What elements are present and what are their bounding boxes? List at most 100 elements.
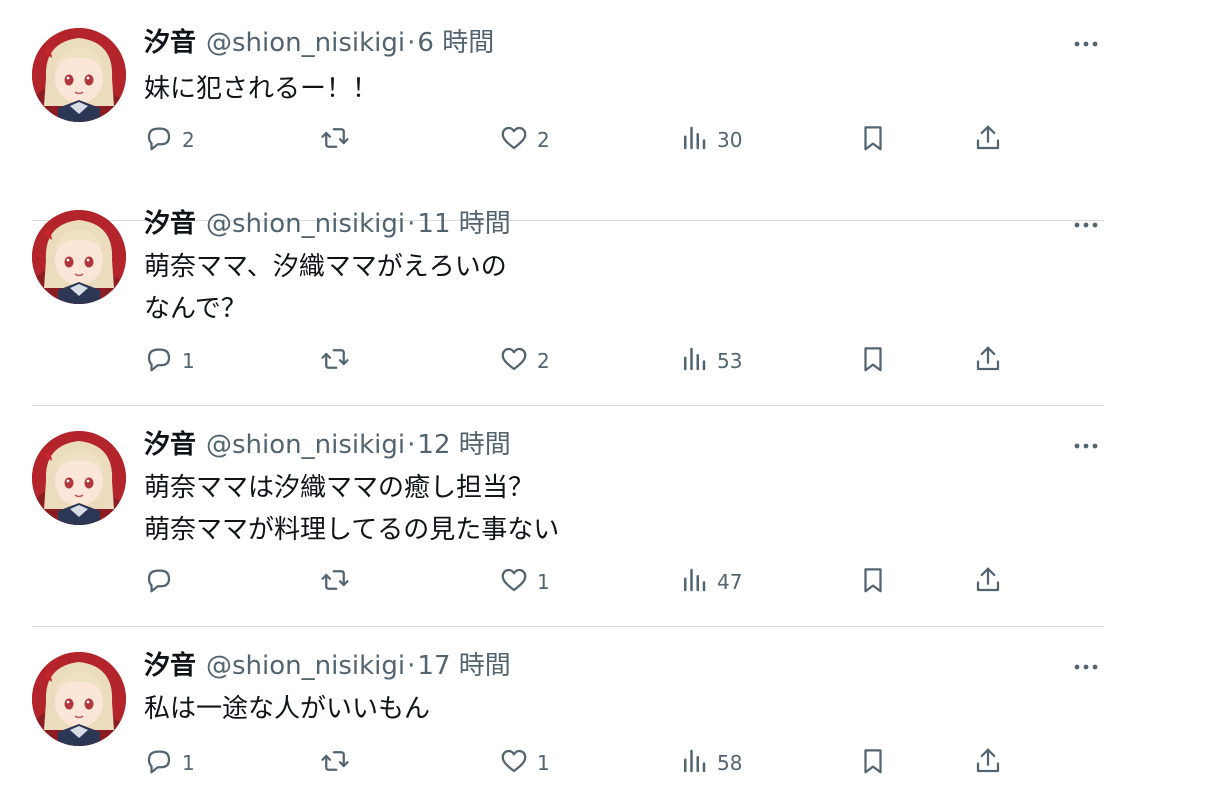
- reply-button[interactable]: 1: [144, 743, 195, 783]
- avatar[interactable]: [32, 431, 126, 525]
- more-dots-icon[interactable]: [1072, 653, 1100, 681]
- retweet-button[interactable]: [320, 743, 358, 783]
- share-upload-icon: [973, 565, 1003, 599]
- retweet-arrows-icon: [320, 344, 350, 378]
- bookmark-button[interactable]: [858, 120, 888, 160]
- share-button[interactable]: [973, 562, 1003, 602]
- views-button[interactable]: 58: [679, 743, 742, 783]
- avatar[interactable]: [32, 652, 126, 746]
- views-button[interactable]: 30: [679, 120, 742, 160]
- tweet-text: 私は一途な人がいいもん: [144, 688, 430, 730]
- separator-dot: ·: [407, 430, 416, 460]
- views-count: 30: [717, 128, 743, 152]
- bookmark-icon: [858, 565, 888, 599]
- tweet-header: 汐音 @shion_nisikigi · 17 時間: [144, 649, 511, 683]
- action-bar: 1 47: [144, 562, 1024, 602]
- reply-bubble-icon: [144, 565, 174, 599]
- tweet-text-line: 萌奈ママは汐織ママの癒し担当？: [144, 473, 535, 503]
- separator-dot: ·: [407, 651, 416, 681]
- bookmark-button[interactable]: [858, 341, 888, 381]
- views-button[interactable]: 53: [679, 341, 742, 381]
- reply-button[interactable]: 1: [144, 341, 195, 381]
- tweet-header: 汐音 @shion_nisikigi · 12 時間: [144, 428, 511, 462]
- bookmark-icon: [858, 123, 888, 157]
- like-count: 2: [537, 128, 550, 152]
- display-name[interactable]: 汐音: [144, 649, 196, 683]
- retweet-arrows-icon: [320, 746, 350, 780]
- bookmark-icon: [858, 746, 888, 780]
- share-button[interactable]: [973, 743, 1003, 783]
- retweet-button[interactable]: [320, 341, 358, 381]
- like-button[interactable]: 2: [499, 341, 550, 381]
- tweet[interactable]: 汐音 @shion_nisikigi · 12 時間 萌奈ママは汐織ママの癒し担…: [32, 406, 1104, 627]
- tweet-text-line: 萌奈ママ、汐織ママがえろいの: [144, 252, 507, 282]
- retweet-arrows-icon: [320, 123, 350, 157]
- views-count: 58: [717, 751, 743, 775]
- like-count: 1: [537, 751, 550, 775]
- share-upload-icon: [973, 123, 1003, 157]
- like-button[interactable]: 1: [499, 743, 550, 783]
- action-bar: 2 2 30: [144, 120, 1024, 160]
- reply-count: 1: [182, 751, 195, 775]
- heart-icon: [499, 565, 529, 599]
- display-name[interactable]: 汐音: [144, 428, 196, 462]
- tweet[interactable]: 汐音 @shion_nisikigi · 17 時間 私は一途な人がいいもん 1…: [32, 627, 1104, 800]
- more-dots-icon[interactable]: [1072, 30, 1100, 58]
- tweet-text: 妹に犯されるー！！: [144, 68, 378, 110]
- bookmark-icon: [858, 344, 888, 378]
- share-button[interactable]: [973, 341, 1003, 381]
- avatar[interactable]: [32, 28, 126, 122]
- retweet-button[interactable]: [320, 562, 358, 602]
- views-count: 53: [717, 349, 743, 373]
- avatar[interactable]: [32, 210, 126, 304]
- action-bar: 1 1 58: [144, 743, 1024, 783]
- timestamp[interactable]: 6 時間: [417, 26, 494, 60]
- display-name[interactable]: 汐音: [144, 26, 196, 60]
- share-button[interactable]: [973, 120, 1003, 160]
- tweet-text: 萌奈ママは汐織ママの癒し担当？ 萌奈ママが料理してるの見た事ない: [144, 467, 559, 551]
- user-handle[interactable]: @shion_nisikigi: [206, 428, 405, 462]
- user-handle[interactable]: @shion_nisikigi: [206, 649, 405, 683]
- reply-count: 1: [182, 349, 195, 373]
- timestamp[interactable]: 12 時間: [417, 428, 510, 462]
- tweet-text: 萌奈ママ、汐織ママがえろいの なんで？: [144, 246, 507, 330]
- separator-dot: ·: [407, 209, 416, 239]
- like-button[interactable]: 2: [499, 120, 550, 160]
- views-button[interactable]: 47: [679, 562, 742, 602]
- reply-bubble-icon: [144, 746, 174, 780]
- bar-chart-icon: [679, 123, 709, 157]
- more-dots-icon[interactable]: [1072, 211, 1100, 239]
- heart-icon: [499, 123, 529, 157]
- tweet[interactable]: 汐音 @shion_nisikigi · 11 時間 萌奈ママ、汐織ママがえろい…: [32, 185, 1104, 406]
- like-button[interactable]: 1: [499, 562, 550, 602]
- tweet-header: 汐音 @shion_nisikigi · 11 時間: [144, 207, 511, 241]
- tweet-text-line: 妹に犯されるー！！: [144, 74, 379, 104]
- share-upload-icon: [973, 344, 1003, 378]
- user-handle[interactable]: @shion_nisikigi: [206, 26, 405, 60]
- reply-button[interactable]: [144, 562, 182, 602]
- reply-bubble-icon: [144, 344, 174, 378]
- timestamp[interactable]: 11 時間: [417, 207, 510, 241]
- bookmark-button[interactable]: [858, 562, 888, 602]
- share-upload-icon: [973, 746, 1003, 780]
- tweet-text-line: 萌奈ママが料理してるの見た事ない: [144, 515, 560, 545]
- timestamp[interactable]: 17 時間: [417, 649, 510, 683]
- retweet-button[interactable]: [320, 120, 358, 160]
- reply-count: 2: [182, 128, 195, 152]
- reply-bubble-icon: [144, 123, 174, 157]
- bookmark-button[interactable]: [858, 743, 888, 783]
- like-count: 2: [537, 349, 550, 373]
- action-bar: 1 2 53: [144, 341, 1024, 381]
- more-dots-icon[interactable]: [1072, 432, 1100, 460]
- heart-icon: [499, 344, 529, 378]
- display-name[interactable]: 汐音: [144, 207, 196, 241]
- separator-dot: ·: [407, 28, 416, 58]
- views-count: 47: [717, 570, 743, 594]
- tweet-text-line: 私は一途な人がいいもん: [144, 694, 431, 724]
- heart-icon: [499, 746, 529, 780]
- bar-chart-icon: [679, 344, 709, 378]
- tweet-header: 汐音 @shion_nisikigi · 6 時間: [144, 26, 494, 60]
- reply-button[interactable]: 2: [144, 120, 195, 160]
- user-handle[interactable]: @shion_nisikigi: [206, 207, 405, 241]
- bar-chart-icon: [679, 746, 709, 780]
